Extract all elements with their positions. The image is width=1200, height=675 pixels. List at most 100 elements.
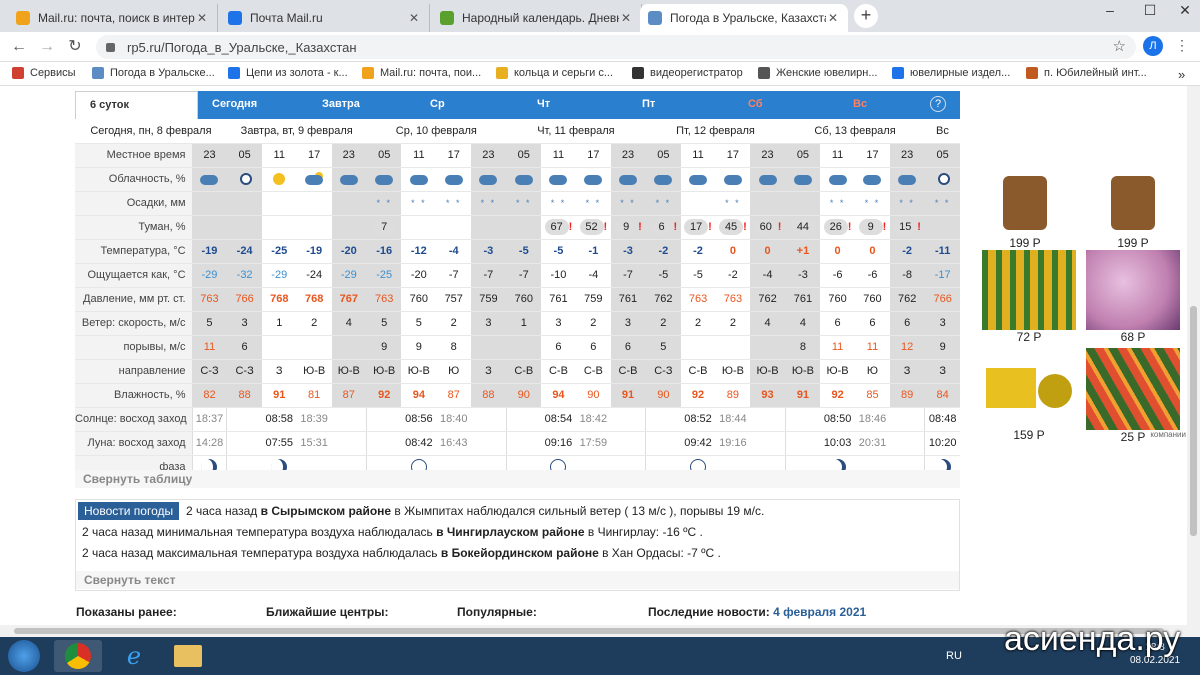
humidity-cell: 85 [855, 383, 890, 408]
apps-grid-icon [12, 67, 24, 79]
tab-day[interactable]: Чт [523, 91, 628, 119]
humidity-cell: 88 [226, 383, 262, 408]
reload-icon[interactable]: ↻ [64, 36, 86, 58]
mailru-icon [362, 67, 374, 79]
date-cell: Чт, 11 февраля [506, 119, 646, 144]
browser-tab-2[interactable]: Почта Mail.ru ✕ [220, 4, 430, 32]
bookmark-item[interactable]: п. Юбилейный инт... [1026, 67, 1147, 79]
chrome-taskbar-icon[interactable] [54, 640, 102, 672]
bookmark-star-icon[interactable]: ☆ [1113, 37, 1126, 55]
collapse-text-link[interactable]: Свернуть текст [76, 571, 959, 589]
feels-cell: -10 [541, 263, 576, 288]
feels-cell: -25 [366, 263, 402, 288]
alert-icon: ! [638, 221, 642, 233]
moon-row-cell [226, 431, 262, 456]
latest-news-link[interactable]: 4 февраля 2021 [773, 605, 866, 619]
bookmark-item[interactable]: Mail.ru: почта, пои... [362, 67, 481, 79]
close-window-button[interactable]: ✕ [1165, 0, 1200, 22]
start-button[interactable] [8, 640, 40, 672]
humidity-cell: 92 [680, 383, 716, 408]
temp-cell: -24 [226, 239, 262, 264]
scroll-thumb[interactable] [1190, 306, 1197, 536]
gust-value: 9 [939, 341, 946, 353]
close-icon[interactable]: ✕ [195, 11, 209, 25]
tab-day[interactable]: Сб [734, 91, 839, 119]
tab-day[interactable]: Пт [628, 91, 734, 119]
wind-cell: 6 [855, 311, 890, 336]
vertical-scrollbar[interactable] [1187, 86, 1200, 625]
alert-icon: ! [673, 221, 678, 233]
scroll-thumb[interactable] [14, 628, 1164, 634]
bookmark-item[interactable]: Погода в Уральске... [92, 67, 215, 79]
ie-taskbar-icon[interactable]: e [110, 640, 158, 672]
bookmark-label: п. Юбилейный инт... [1044, 67, 1147, 79]
humidity-cell: 81 [296, 383, 332, 408]
bookmark-item[interactable]: ювелирные издел... [892, 67, 1010, 79]
ad-item[interactable]: 199 Р [1086, 172, 1180, 250]
ad-item[interactable]: 199 Р [978, 172, 1072, 250]
direction-cell: С-В [680, 359, 716, 384]
pressure-value: 763 [723, 293, 743, 305]
sun-row-cell: 18:42 [575, 407, 611, 432]
ad-item[interactable]: 159 Р [982, 348, 1076, 442]
browser-tab-4[interactable]: Погода в Уральске, Казахстан - ✕ [640, 4, 848, 32]
temp-cell: -5 [505, 239, 541, 264]
fog-cell: 26! [820, 215, 856, 240]
close-icon[interactable]: ✕ [826, 11, 840, 25]
new-tab-button[interactable]: + [854, 4, 878, 28]
tab-day[interactable]: Ср [416, 91, 523, 119]
bookmark-item[interactable]: Сервисы [12, 67, 76, 79]
ad-item[interactable]: 25 Ркомпании [1086, 348, 1186, 444]
collapse-table-link[interactable]: Свернуть таблицу [75, 470, 960, 488]
wind-cell: 3 [471, 311, 507, 336]
gust-value: 6 [624, 341, 632, 353]
moon-row-cell: 15:31 [296, 431, 332, 456]
bookmark-item[interactable]: Женские ювелирн... [758, 67, 878, 79]
precip-cell [784, 191, 821, 216]
temp-value: -3 [483, 245, 494, 257]
fog-cell [401, 215, 437, 240]
tab-six-days[interactable]: 6 суток [75, 91, 198, 119]
profile-avatar[interactable]: Л [1143, 36, 1163, 56]
back-icon[interactable]: ← [8, 36, 30, 58]
menu-icon[interactable]: ⋮ [1175, 37, 1189, 54]
explorer-taskbar-icon[interactable] [164, 640, 212, 672]
help-icon[interactable]: ? [930, 96, 946, 112]
bookmark-item[interactable]: видеорегистратор [632, 67, 743, 79]
direction-cell: З [261, 359, 297, 384]
feels-value: -6 [832, 269, 843, 281]
direction-cell: С-З [645, 359, 681, 384]
browser-tab-3[interactable]: Народный календарь. Дневник ✕ [432, 4, 642, 32]
language-indicator[interactable]: RU [946, 650, 962, 662]
sun-row-cell: 08:48 [924, 407, 960, 432]
feels-cell: -3 [784, 263, 821, 288]
pressure-value: 766 [933, 293, 952, 305]
tab-day[interactable]: Завтра [308, 91, 416, 119]
tab-day[interactable]: Сегодня [198, 91, 308, 119]
moon-row-cell: 17:59 [575, 431, 611, 456]
moon-row-cell [610, 431, 646, 456]
ad-item[interactable]: 68 Р [1086, 250, 1180, 344]
minimize-button[interactable]: – [1090, 0, 1130, 22]
bookmark-label: Женские ювелирн... [776, 67, 878, 79]
pressure-cell: 761 [610, 287, 646, 312]
alert-icon: ! [777, 221, 782, 233]
temp-value: -25 [271, 245, 288, 257]
ad-item[interactable]: 72 Р [982, 250, 1076, 344]
forward-icon[interactable]: → [36, 36, 58, 58]
alert-icon: ! [708, 221, 712, 233]
maximize-button[interactable]: ☐ [1130, 0, 1170, 22]
feels-cell: -5 [680, 263, 716, 288]
cloud-icon [863, 175, 882, 185]
bookmark-item[interactable]: кольца и серьги с... [496, 67, 613, 79]
close-icon[interactable]: ✕ [407, 11, 421, 25]
cloud-icon [338, 172, 360, 186]
browser-tab-1[interactable]: Mail.ru: почта, поиск в интернет ✕ [8, 4, 218, 32]
cloud-cell [436, 167, 472, 192]
pressure-value: 760 [514, 293, 533, 305]
gust-value: 8 [799, 341, 806, 353]
url-bar[interactable]: rp5.ru/Погода_в_Уральске,_Казахстан ☆ [96, 35, 1136, 59]
more-bookmarks-icon[interactable]: » [1178, 67, 1185, 82]
close-icon[interactable]: ✕ [619, 11, 633, 25]
bookmark-item[interactable]: Цепи из золота - к... [228, 67, 348, 79]
